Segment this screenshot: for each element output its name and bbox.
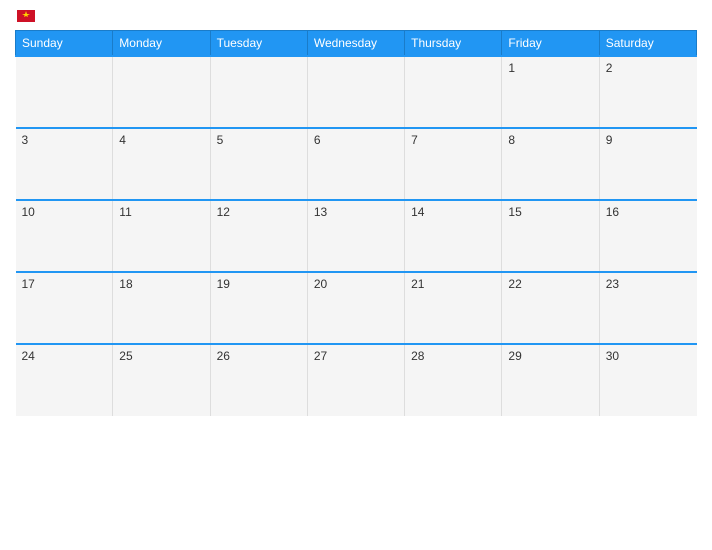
day-cell: 30 xyxy=(599,344,696,416)
day-cell: 21 xyxy=(405,272,502,344)
day-cell: 5 xyxy=(210,128,307,200)
day-cell: 4 xyxy=(113,128,210,200)
day-cell: 12 xyxy=(210,200,307,272)
day-cell: 27 xyxy=(307,344,404,416)
day-number: 3 xyxy=(22,133,29,147)
weekday-header-thursday: Thursday xyxy=(405,31,502,57)
weekday-header-monday: Monday xyxy=(113,31,210,57)
empty-day-cell xyxy=(210,56,307,128)
calendar-week-row: 10 11 12 13 14 15 16 xyxy=(16,200,697,272)
day-number: 16 xyxy=(606,205,619,219)
day-number: 19 xyxy=(217,277,230,291)
day-number: 12 xyxy=(217,205,230,219)
day-number: 2 xyxy=(606,61,613,75)
logo-flag-icon xyxy=(17,10,35,22)
day-cell: 28 xyxy=(405,344,502,416)
day-number: 22 xyxy=(508,277,521,291)
day-number: 14 xyxy=(411,205,424,219)
day-number: 1 xyxy=(508,61,515,75)
day-cell: 26 xyxy=(210,344,307,416)
day-number: 27 xyxy=(314,349,327,363)
day-number: 26 xyxy=(217,349,230,363)
calendar-week-row: 24 25 26 27 28 29 30 xyxy=(16,344,697,416)
day-number: 15 xyxy=(508,205,521,219)
empty-day-cell xyxy=(113,56,210,128)
empty-day-cell xyxy=(405,56,502,128)
weekday-header-tuesday: Tuesday xyxy=(210,31,307,57)
day-number: 23 xyxy=(606,277,619,291)
day-number: 10 xyxy=(22,205,35,219)
day-number: 7 xyxy=(411,133,418,147)
day-cell: 17 xyxy=(16,272,113,344)
day-cell: 29 xyxy=(502,344,599,416)
day-cell: 11 xyxy=(113,200,210,272)
day-number: 28 xyxy=(411,349,424,363)
calendar-week-row: 17 18 19 20 21 22 23 xyxy=(16,272,697,344)
weekday-header-wednesday: Wednesday xyxy=(307,31,404,57)
day-number: 13 xyxy=(314,205,327,219)
day-cell: 16 xyxy=(599,200,696,272)
day-number: 25 xyxy=(119,349,132,363)
day-cell: 9 xyxy=(599,128,696,200)
weekday-header-friday: Friday xyxy=(502,31,599,57)
day-cell: 6 xyxy=(307,128,404,200)
header xyxy=(15,10,697,22)
day-number: 11 xyxy=(119,205,131,219)
weekday-header-sunday: Sunday xyxy=(16,31,113,57)
logo xyxy=(15,10,35,22)
weekday-header-row: SundayMondayTuesdayWednesdayThursdayFrid… xyxy=(16,31,697,57)
weekday-header-saturday: Saturday xyxy=(599,31,696,57)
day-number: 21 xyxy=(411,277,424,291)
day-cell: 1 xyxy=(502,56,599,128)
day-cell: 19 xyxy=(210,272,307,344)
calendar-week-row: 3 4 5 6 7 8 9 xyxy=(16,128,697,200)
day-number: 20 xyxy=(314,277,327,291)
day-number: 8 xyxy=(508,133,515,147)
day-cell: 23 xyxy=(599,272,696,344)
day-number: 6 xyxy=(314,133,321,147)
calendar-table: SundayMondayTuesdayWednesdayThursdayFrid… xyxy=(15,30,697,416)
day-number: 17 xyxy=(22,277,35,291)
day-number: 4 xyxy=(119,133,126,147)
day-number: 30 xyxy=(606,349,619,363)
day-number: 18 xyxy=(119,277,132,291)
calendar-week-row: 12 xyxy=(16,56,697,128)
day-cell: 13 xyxy=(307,200,404,272)
day-number: 24 xyxy=(22,349,35,363)
empty-day-cell xyxy=(16,56,113,128)
day-cell: 20 xyxy=(307,272,404,344)
day-cell: 15 xyxy=(502,200,599,272)
day-cell: 10 xyxy=(16,200,113,272)
day-cell: 7 xyxy=(405,128,502,200)
day-cell: 18 xyxy=(113,272,210,344)
day-cell: 14 xyxy=(405,200,502,272)
day-number: 29 xyxy=(508,349,521,363)
day-cell: 25 xyxy=(113,344,210,416)
calendar-page: SundayMondayTuesdayWednesdayThursdayFrid… xyxy=(0,0,712,550)
empty-day-cell xyxy=(307,56,404,128)
day-cell: 22 xyxy=(502,272,599,344)
day-cell: 8 xyxy=(502,128,599,200)
day-cell: 3 xyxy=(16,128,113,200)
day-cell: 24 xyxy=(16,344,113,416)
day-number: 5 xyxy=(217,133,224,147)
day-cell: 2 xyxy=(599,56,696,128)
day-number: 9 xyxy=(606,133,613,147)
